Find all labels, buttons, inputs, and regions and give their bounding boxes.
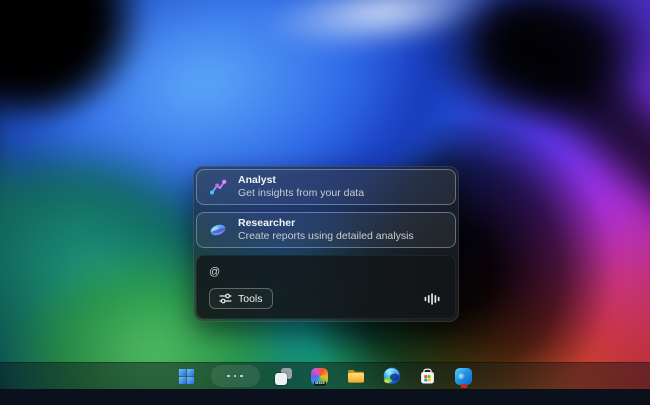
- taskbar: M365: [0, 362, 650, 389]
- ellipsis-pill-icon: [211, 365, 260, 387]
- agent-title: Researcher: [238, 217, 414, 230]
- start-button[interactable]: [175, 364, 199, 388]
- m365-copilot-icon: M365: [311, 368, 328, 385]
- wallpaper-dark-corner-layer: [0, 0, 150, 120]
- notification-badge: [460, 384, 467, 388]
- copilot-agents-popup: Analyst Get insights from your data Rese…: [193, 166, 459, 322]
- bottom-strip: [0, 389, 650, 405]
- agent-title: Analyst: [238, 174, 364, 187]
- wallpaper-white-streak-layer: [262, 0, 508, 60]
- agent-card-analyst[interactable]: Analyst Get insights from your data: [196, 169, 456, 205]
- composer-toolbar: Tools: [209, 288, 443, 309]
- composer-text: @: [209, 266, 443, 278]
- voice-input-button[interactable]: [424, 292, 440, 306]
- tools-button[interactable]: Tools: [209, 288, 273, 309]
- ellipsis-dot: [234, 375, 237, 378]
- sliders-icon: [219, 292, 232, 305]
- m365-badge: M365: [314, 381, 326, 385]
- ellipsis-dot: [240, 375, 243, 378]
- task-view-button[interactable]: [272, 364, 296, 388]
- wallpaper-dark-diagonal-layer: [476, 0, 650, 261]
- copilot-composer-input[interactable]: @ Tools: [196, 255, 456, 319]
- desktop-screen: Analyst Get insights from your data Rese…: [0, 0, 650, 405]
- microsoft-store-button[interactable]: [416, 364, 440, 388]
- m365-copilot-button[interactable]: M365: [308, 364, 332, 388]
- agent-description: Get insights from your data: [238, 187, 364, 200]
- start-icon: [178, 368, 195, 385]
- taskbar-search-pill[interactable]: [211, 364, 260, 388]
- outlook-ring: [458, 373, 467, 382]
- tools-button-label: Tools: [238, 293, 263, 305]
- wallpaper-dark-corner-layer: [430, 0, 650, 130]
- file-explorer-icon: [347, 368, 365, 384]
- microsoft-store-icon: [419, 368, 436, 385]
- agent-description: Create reports using detailed analysis: [238, 230, 414, 243]
- planet-icon: [209, 221, 227, 239]
- outlook-button[interactable]: [452, 364, 476, 388]
- ellipsis-dot: [227, 375, 230, 378]
- agent-card-researcher[interactable]: Researcher Create reports using detailed…: [196, 212, 456, 248]
- waveform-icon: [424, 292, 440, 306]
- trend-line-icon: [209, 178, 227, 196]
- task-view-icon: [275, 368, 292, 385]
- outlook-icon: [455, 368, 472, 385]
- edge-icon: [383, 367, 401, 385]
- edge-button[interactable]: [380, 364, 404, 388]
- task-view-front-square: [275, 373, 287, 385]
- file-explorer-button[interactable]: [344, 364, 368, 388]
